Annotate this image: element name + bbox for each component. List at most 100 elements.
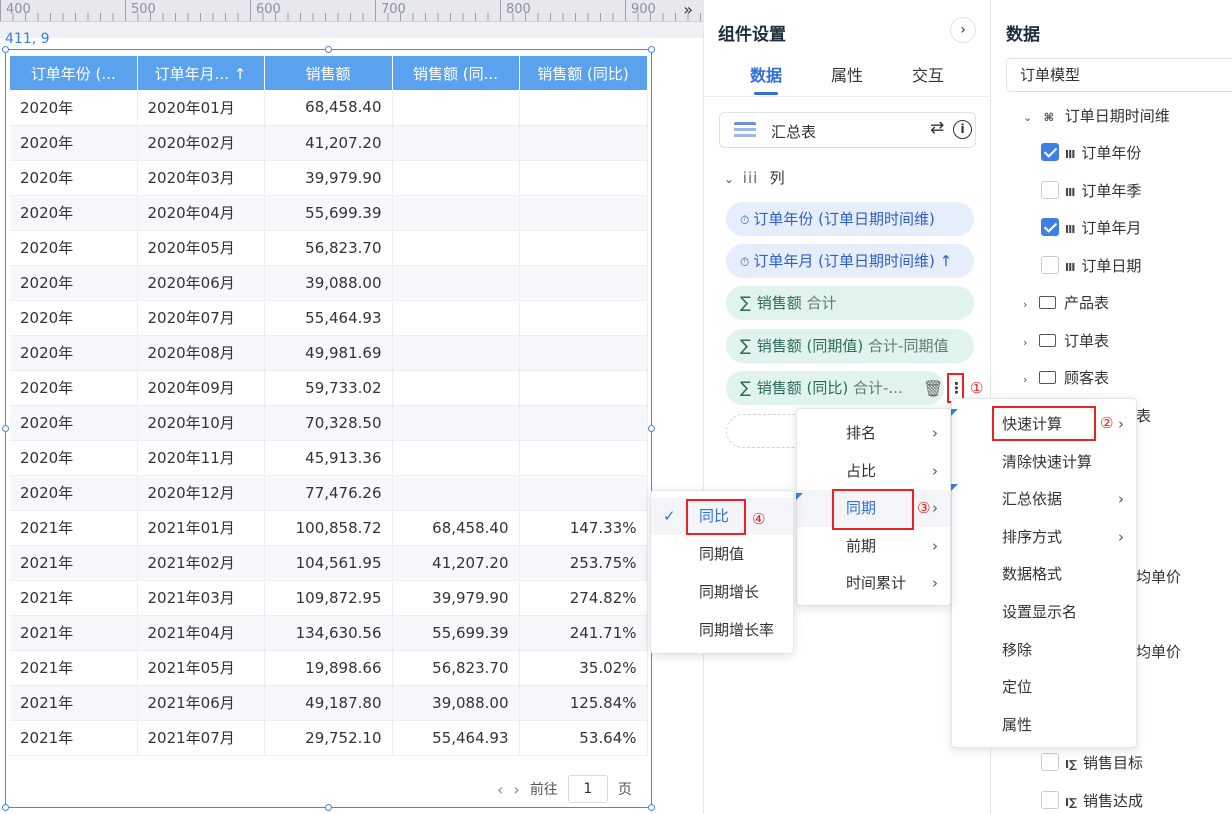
model-select[interactable]: 订单模型 (1006, 58, 1232, 92)
checkbox-checked[interactable] (1041, 143, 1059, 161)
resize-handle[interactable] (2, 425, 9, 432)
menu-item[interactable]: 汇总依据 › (952, 481, 1136, 518)
resize-handle[interactable] (325, 46, 332, 53)
checkbox[interactable] (1041, 256, 1059, 274)
table-cell (519, 335, 648, 371)
resize-handle[interactable] (2, 804, 9, 811)
menu-item[interactable]: 时间累计 › (797, 565, 950, 602)
menu-item[interactable]: 占比 › (797, 453, 950, 490)
panel-title: 组件设置 (718, 25, 786, 45)
tree-folder-customer[interactable]: › 顾客表 (1023, 367, 1109, 388)
page-number-input[interactable]: 1 (567, 775, 608, 803)
ruler-label: 600 (256, 2, 281, 17)
column-pill-order-year[interactable]: ⏱ 订单年份 (订单日期时间维) (726, 202, 974, 236)
table-cell: 2020年 (10, 405, 138, 441)
horizontal-ruler: 400 500 600 700 800 900 » (0, 0, 703, 22)
menu-item[interactable]: 清除快速计算 (952, 444, 1136, 481)
table-cell (519, 265, 648, 301)
table-cell: 2020年04月 (137, 195, 265, 231)
table-cell (392, 300, 520, 336)
tab-properties[interactable]: 属性 (831, 62, 863, 86)
table-row: 2021年 2021年07月 29,752.10 55,464.93 53.64% (10, 720, 648, 756)
menu-item[interactable]: 同期增长 (651, 574, 793, 611)
chevron-down-icon: ⌄ (1023, 111, 1033, 124)
menu-item[interactable]: 排名 › (797, 415, 950, 452)
table-cell (392, 265, 520, 301)
table-cell (519, 195, 648, 231)
chevron-right-icon: › (932, 574, 938, 592)
menu-item[interactable]: 同期增长率 (651, 612, 793, 649)
table-header-cell[interactable]: 销售额 (264, 56, 393, 90)
resize-handle[interactable] (648, 804, 655, 811)
collapse-panel-button[interactable]: › (950, 17, 976, 43)
ruler-label: 900 (631, 2, 656, 17)
resize-handle[interactable] (648, 425, 655, 432)
menu-item[interactable]: 移除 (952, 632, 1136, 669)
tree-field-order-month[interactable]: Ⅲ 订单年月 (1041, 217, 1141, 238)
table-cell: 49,981.69 (264, 335, 393, 371)
info-icon[interactable]: i (953, 120, 972, 139)
time-hierarchy-icon: ⌘ (1043, 111, 1054, 124)
table-cell: 41,207.20 (264, 125, 393, 161)
menu-item[interactable]: 定位 (952, 669, 1136, 706)
table-cell: 2020年03月 (137, 160, 265, 196)
table-header-cell[interactable]: 销售额 (同... (392, 56, 520, 90)
ruler-major-tick (250, 0, 251, 21)
checkbox[interactable] (1041, 181, 1059, 199)
tree-measure-sales-achieved[interactable]: Ⅰ∑ 销售达成 (1041, 790, 1143, 811)
prev-page-button[interactable]: ‹ (497, 780, 503, 799)
table-cell (519, 475, 648, 511)
checkbox-checked[interactable] (1041, 218, 1059, 236)
tree-field-order-year[interactable]: Ⅲ 订单年份 (1041, 142, 1141, 163)
column-pill-order-month[interactable]: ⏱ 订单年月 (订单日期时间维) ↑ (726, 244, 974, 278)
chevron-right-icon: › (1118, 527, 1124, 546)
tree-field-order-date[interactable]: Ⅲ 订单日期 (1041, 255, 1141, 276)
menu-item[interactable]: 前期 › (797, 528, 950, 565)
column-pill-sales-period-value[interactable]: ∑ 销售额 (同期值) 合计-同期值 (726, 329, 974, 363)
table-cell (519, 90, 648, 126)
tree-folder-product[interactable]: › 产品表 (1023, 292, 1109, 313)
menu-pointer (951, 409, 958, 416)
delete-icon[interactable]: 🗑 (923, 379, 943, 398)
table-row: 2021年 2021年03月 109,872.95 39,979.90 274.82% (10, 580, 648, 616)
menu-item[interactable]: 排序方式 › (952, 519, 1136, 556)
tab-data[interactable]: 数据 (750, 62, 782, 86)
checkbox[interactable] (1041, 753, 1059, 771)
table-header-cell[interactable]: 订单年份 (... (10, 56, 138, 90)
chevron-right-icon: › (932, 499, 938, 517)
table-cell (392, 125, 520, 161)
menu-item[interactable]: 同期值 (651, 536, 793, 573)
resize-handle[interactable] (2, 46, 9, 53)
menu-item[interactable]: 数据格式 (952, 556, 1136, 593)
table-cell (392, 440, 520, 476)
table-cell: 2020年 (10, 195, 138, 231)
table-cell: 2020年06月 (137, 265, 265, 301)
table-cell (519, 300, 648, 336)
chart-type-selector[interactable]: 汇总表 ⇄ i (719, 112, 976, 148)
swap-icon[interactable]: ⇄ (930, 118, 944, 138)
tab-interaction[interactable]: 交互 (912, 62, 944, 86)
double-chevron-right-icon[interactable]: » (683, 0, 693, 19)
next-page-button[interactable]: › (513, 780, 519, 799)
data-panel-title: 数据 (1006, 25, 1040, 45)
tree-measure-sales-target[interactable]: Ⅰ∑ 销售目标 (1041, 752, 1143, 773)
chart-type-label: 汇总表 (771, 123, 817, 141)
menu-item[interactable]: 设置显示名 (952, 594, 1136, 631)
checkbox[interactable] (1041, 791, 1059, 809)
annotation-mark-2: ② (1100, 414, 1114, 432)
table-header-cell[interactable]: 销售额 (同比) (519, 56, 648, 90)
table-cell: 53.64% (519, 720, 648, 756)
column-pill-sales-yoy[interactable]: ∑ 销售额 (同比) 合计-... (726, 371, 944, 405)
tree-folder-order[interactable]: › 订单表 (1023, 330, 1109, 351)
table-cell: 2020年08月 (137, 335, 265, 371)
resize-handle[interactable] (648, 46, 655, 53)
columns-section-header[interactable]: ⌄ iii 列 (724, 167, 785, 188)
column-pill-sales[interactable]: ∑ 销售额 合计 (726, 286, 974, 320)
resize-handle[interactable] (325, 804, 332, 811)
tree-partial-label: 均单价 (1136, 568, 1182, 586)
ruler-major-tick (375, 0, 376, 21)
tree-time-dimension[interactable]: ⌄ ⌘ 订单日期时间维 (1023, 105, 1170, 126)
tree-field-order-quarter[interactable]: Ⅲ 订单年季 (1041, 180, 1141, 201)
menu-item[interactable]: 属性 (952, 707, 1136, 744)
table-header-cell[interactable]: 订单年月... ↑ (137, 56, 265, 90)
